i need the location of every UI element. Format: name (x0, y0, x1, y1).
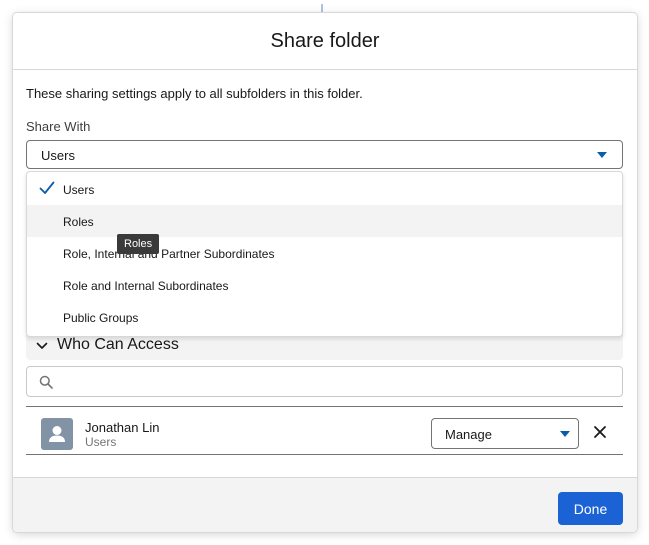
option-users[interactable]: Users (27, 173, 622, 205)
option-label: Roles (63, 215, 94, 229)
access-level-value: Manage (445, 427, 492, 442)
caret-down-icon (560, 431, 570, 437)
search-input[interactable] (61, 371, 611, 393)
caret-down-icon (597, 152, 607, 158)
share-with-combobox[interactable]: Users (26, 140, 623, 169)
who-can-access-title: Who Can Access (57, 336, 179, 353)
share-with-dropdown: Users Roles Role, Internal and Partner S… (26, 171, 623, 337)
chevron-down-icon (36, 342, 48, 349)
option-label: Public Groups (63, 311, 139, 325)
option-roles[interactable]: Roles (27, 205, 622, 237)
option-public-groups[interactable]: Public Groups (27, 301, 622, 333)
option-label: Role, Internal and Partner Subordinates (63, 247, 275, 261)
done-button[interactable]: Done (558, 492, 623, 525)
user-name: Jonathan Lin (85, 420, 160, 435)
share-with-label: Share With (26, 119, 91, 134)
modal-header: Share folder (13, 13, 637, 70)
option-role-internal-subordinates[interactable]: Role and Internal Subordinates (27, 269, 622, 301)
search-box (26, 366, 623, 397)
access-level-select[interactable]: Manage (431, 418, 579, 449)
access-entry-row: Jonathan Lin Users Manage (26, 406, 623, 455)
intro-text: These sharing settings apply to all subf… (26, 86, 363, 101)
close-icon[interactable] (593, 425, 607, 439)
user-avatar-icon (41, 418, 73, 450)
check-icon (39, 181, 55, 194)
share-with-value: Users (41, 148, 75, 163)
share-folder-modal: Share folder These sharing settings appl… (13, 13, 637, 532)
search-icon (39, 375, 53, 389)
option-label: Role and Internal Subordinates (63, 279, 229, 293)
user-type: Users (85, 435, 117, 449)
option-label: Users (63, 183, 95, 197)
tooltip: Roles (117, 234, 160, 254)
modal-footer: Done (13, 477, 637, 532)
modal-title: Share folder (270, 30, 380, 52)
